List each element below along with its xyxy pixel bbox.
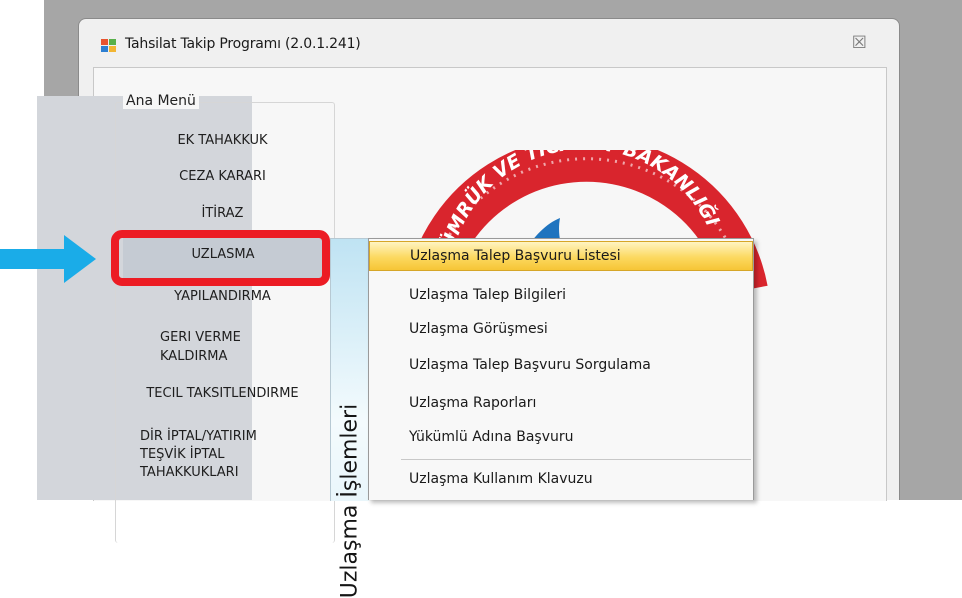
submenu-popup: Uzlaşma Talep Başvuru Listesi Uzlaşma Ta… [368, 238, 754, 500]
submenu-item-talep-basvuru-listesi[interactable]: Uzlaşma Talep Başvuru Listesi [369, 241, 753, 271]
menu-item-ceza-karari[interactable]: CEZA KARARI [115, 167, 330, 186]
submenu-item-talep-bilgileri[interactable]: Uzlaşma Talep Bilgileri [369, 285, 753, 305]
menu-item-tecil-taksitlendirme[interactable]: TECIL TAKSITLENDIRME [115, 384, 330, 403]
app-icon [101, 39, 117, 53]
group-title: Ana Menü [123, 93, 199, 109]
pointer-arrow-icon [0, 235, 96, 283]
annotation-highlight-box [111, 230, 330, 286]
menu-item-ek-tahakkuk[interactable]: EK TAHAKKUK [115, 131, 330, 150]
submenu-item-yukumlu-adina-basvuru[interactable]: Yükümlü Adına Başvuru [369, 427, 753, 447]
menu-item-geri-verme-kaldirma[interactable]: GERI VERME KALDIRMA [160, 328, 270, 366]
menu-item-dir-iptal[interactable]: DİR İPTAL/YATIRIM TEŞVİK İPTAL TAHAKKUKL… [140, 428, 300, 482]
window-title: Tahsilat Takip Programı (2.0.1.241) [125, 36, 361, 52]
menu-item-yapilandirma[interactable]: YAPILANDIRMA [115, 287, 330, 306]
submenu-side-label-text: Uzlaşma İşlemleri [337, 403, 363, 598]
menu-item-itiraz[interactable]: İTİRAZ [115, 204, 330, 223]
title-bar: Tahsilat Takip Programı (2.0.1.241) ☒ [79, 19, 899, 67]
submenu-item-raporlari[interactable]: Uzlaşma Raporları [369, 393, 753, 413]
submenu-item-gorusmesi[interactable]: Uzlaşma Görüşmesi [369, 319, 753, 339]
submenu-side-label: Uzlaşma İşlemleri [330, 238, 369, 598]
submenu-item-kullanim-klavuzu[interactable]: Uzlaşma Kullanım Klavuzu [369, 469, 753, 489]
submenu-item-talep-basvuru-sorgulama[interactable]: Uzlaşma Talep Başvuru Sorgulama [369, 355, 753, 375]
close-icon[interactable]: ☒ [852, 33, 867, 53]
submenu-separator [401, 459, 751, 460]
